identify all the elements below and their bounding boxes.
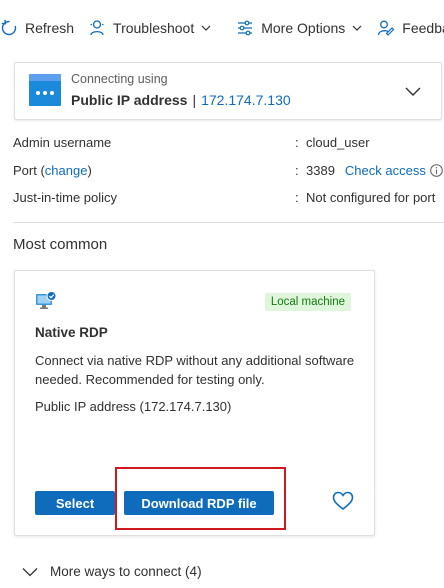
port-row: Port (change) : 3389 Check access (13, 161, 444, 181)
select-button[interactable]: Select (35, 491, 115, 515)
monitor-icon (36, 291, 57, 309)
download-rdp-file-button[interactable]: Download RDP file (124, 491, 274, 515)
settings-sliders-icon (238, 20, 253, 36)
more-options-dropdown[interactable]: More Options (236, 19, 363, 37)
troubleshoot-dropdown[interactable]: Troubleshoot (88, 19, 212, 37)
connection-ip: 172.174.7.130 (201, 92, 291, 108)
local-machine-badge: Local machine (264, 293, 351, 311)
feedback-label: Feedba (402, 20, 444, 36)
favorite-heart-icon[interactable] (332, 491, 354, 511)
admin-username-label: Admin username (13, 135, 112, 150)
connecting-using-label: Connecting using (71, 72, 168, 86)
port-label-group: Port (change) (13, 163, 92, 178)
refresh-icon (1, 19, 17, 36)
more-ways-label: More ways to connect (4) (50, 564, 202, 579)
chevron-down-icon (352, 25, 362, 31)
native-rdp-card: Local machine Native RDP Connect via nat… (14, 270, 375, 536)
section-divider (13, 222, 444, 223)
command-toolbar: Refresh Troubleshoot More Options Feedb (0, 10, 444, 46)
native-rdp-ip: Public IP address (172.174.7.130) (35, 399, 232, 414)
check-access-link[interactable]: Check access (345, 163, 426, 178)
chevron-down-icon (201, 25, 211, 31)
admin-username-row: Admin username : cloud_user (13, 133, 444, 153)
public-ip-icon (29, 74, 61, 106)
jit-policy-label: Just-in-time policy (13, 190, 118, 205)
chevron-down-icon (22, 567, 38, 576)
more-options-label: More Options (261, 20, 346, 36)
more-ways-to-connect-expander[interactable]: More ways to connect (4) (22, 564, 202, 579)
chevron-down-icon[interactable] (405, 85, 421, 97)
port-change-link[interactable]: change (45, 163, 88, 178)
port-label: Port (13, 163, 37, 178)
native-rdp-title: Native RDP (35, 325, 108, 340)
jit-policy-value: Not configured for port (306, 190, 436, 205)
feedback-button[interactable]: Feedba (377, 19, 444, 37)
troubleshoot-label: Troubleshoot (113, 20, 195, 36)
most-common-heading: Most common (13, 236, 108, 253)
colon: : (295, 135, 299, 150)
connection-target: Public IP address | 172.174.7.130 (71, 92, 291, 108)
colon: : (295, 163, 299, 178)
refresh-label: Refresh (25, 20, 75, 36)
port-value-group: 3389 Check access (306, 161, 443, 181)
connection-type: Public IP address (71, 92, 188, 108)
connection-separator: | (192, 92, 197, 108)
connection-method-selector[interactable]: Connecting using Public IP address | 172.1… (14, 62, 442, 120)
info-icon[interactable] (430, 164, 443, 177)
colon: : (295, 190, 299, 205)
troubleshoot-icon (90, 20, 104, 36)
admin-username-value: cloud_user (306, 135, 370, 150)
refresh-button[interactable]: Refresh (0, 19, 74, 37)
native-rdp-description: Connect via native RDP without any addit… (35, 353, 355, 387)
feedback-icon (378, 20, 395, 36)
port-value: 3389 (306, 163, 335, 178)
jit-policy-row: Just-in-time policy : Not configured for… (13, 188, 444, 208)
